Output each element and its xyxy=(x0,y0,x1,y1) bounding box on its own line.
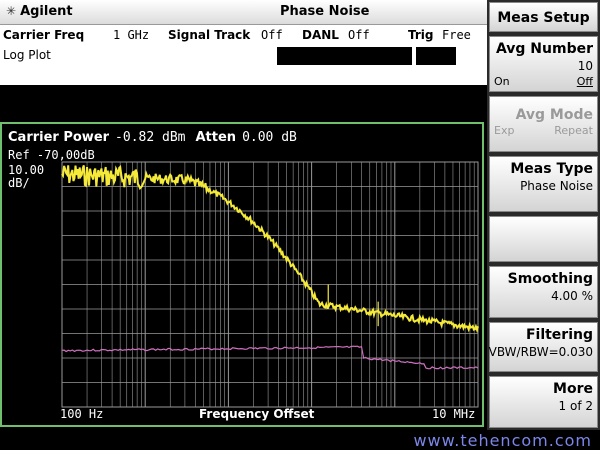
plot-canvas xyxy=(61,161,479,408)
filtering-value: VBW/RBW=0.030 xyxy=(488,345,593,359)
atten-label: Atten xyxy=(195,130,237,145)
smoothing-softkey[interactable]: Smoothing 4.00 % xyxy=(489,266,598,318)
status-row-settings: Carrier Freq 1 GHz Signal Track Off DANL… xyxy=(0,25,487,45)
more-softkey[interactable]: More 1 of 2 xyxy=(489,376,598,428)
x-axis-label: Frequency Offset xyxy=(199,407,315,421)
signal-track-value: Off xyxy=(261,28,283,42)
graph-header: Carrier Power -0.82 dBm Atten 0.00 dB xyxy=(8,130,297,145)
status-row-plot: Log Plot xyxy=(0,45,487,67)
avg-number-value: 10 xyxy=(577,59,593,73)
status-message-box xyxy=(277,47,412,65)
signal-track-label: Signal Track xyxy=(168,28,251,42)
bottom-bar: www.tehencom.com xyxy=(0,430,600,450)
avg-number-off: Off xyxy=(576,75,593,88)
filtering-label: Filtering xyxy=(525,327,593,343)
menu-title: Meas Setup xyxy=(489,2,598,32)
more-label: More xyxy=(553,381,593,397)
smoothing-value: 4.00 % xyxy=(551,289,593,303)
reference-trace xyxy=(61,345,479,370)
ref-level: Ref -70,00dB xyxy=(8,148,95,162)
atten-value: 0.00 dB xyxy=(242,130,297,145)
menu-title-label: Meas Setup xyxy=(497,10,590,26)
message-bar xyxy=(0,85,487,122)
avg-number-on: On xyxy=(494,75,510,88)
carrier-power-value: -0.82 dBm xyxy=(115,130,186,145)
avg-mode-exp: Exp xyxy=(494,124,515,137)
avg-mode-repeat: Repeat xyxy=(554,124,593,137)
trig-value: Free xyxy=(442,28,471,42)
smoothing-label: Smoothing xyxy=(507,271,593,287)
danl-value: Off xyxy=(348,28,370,42)
avg-mode-softkey[interactable]: Avg Mode Exp Repeat xyxy=(489,96,598,152)
agilent-logo: ✳ Agilent xyxy=(6,4,73,19)
phase-noise-graph: Carrier Power -0.82 dBm Atten 0.00 dB Ref -… xyxy=(0,122,484,427)
watermark: www.tehencom.com xyxy=(413,431,592,450)
blank-softkey[interactable] xyxy=(489,216,598,262)
scale-per-div: 10.00 dB/ xyxy=(8,164,44,190)
status-panel: Carrier Freq 1 GHz Signal Track Off DANL… xyxy=(0,25,487,85)
x-axis-start: 100 Hz xyxy=(60,407,104,421)
avg-number-softkey[interactable]: Avg Number 10 On Off xyxy=(489,36,598,92)
meas-type-softkey[interactable]: Meas Type Phase Noise xyxy=(489,156,598,212)
softkey-panel: Meas Setup Avg Number 10 On Off Avg Mode… xyxy=(487,0,600,430)
agilent-spark-icon: ✳ xyxy=(6,4,17,18)
meas-type-value: Phase Noise xyxy=(520,179,593,193)
title-bar: ✳ Agilent Phase Noise xyxy=(0,0,487,25)
danl-label: DANL xyxy=(302,28,339,42)
phase-noise-trace xyxy=(61,164,479,334)
status-indicator-box xyxy=(416,47,456,65)
trig-label: Trig xyxy=(408,28,434,42)
x-axis-stop: 10 MHz xyxy=(432,407,476,421)
meas-type-label: Meas Type xyxy=(510,161,593,177)
carrier-freq-value: 1 GHz xyxy=(113,28,150,42)
more-value: 1 of 2 xyxy=(558,399,593,413)
avg-mode-label: Avg Mode xyxy=(515,107,593,123)
plot-mode-label: Log Plot xyxy=(3,48,51,62)
avg-number-label: Avg Number xyxy=(495,41,593,57)
mode-title: Phase Noise xyxy=(280,4,370,19)
carrier-power-label: Carrier Power xyxy=(8,130,110,145)
brand-name: Agilent xyxy=(20,4,73,19)
scale-unit: dB/ xyxy=(8,176,30,190)
filtering-softkey[interactable]: Filtering VBW/RBW=0.030 xyxy=(489,322,598,372)
carrier-freq-label: Carrier Freq xyxy=(3,28,85,42)
